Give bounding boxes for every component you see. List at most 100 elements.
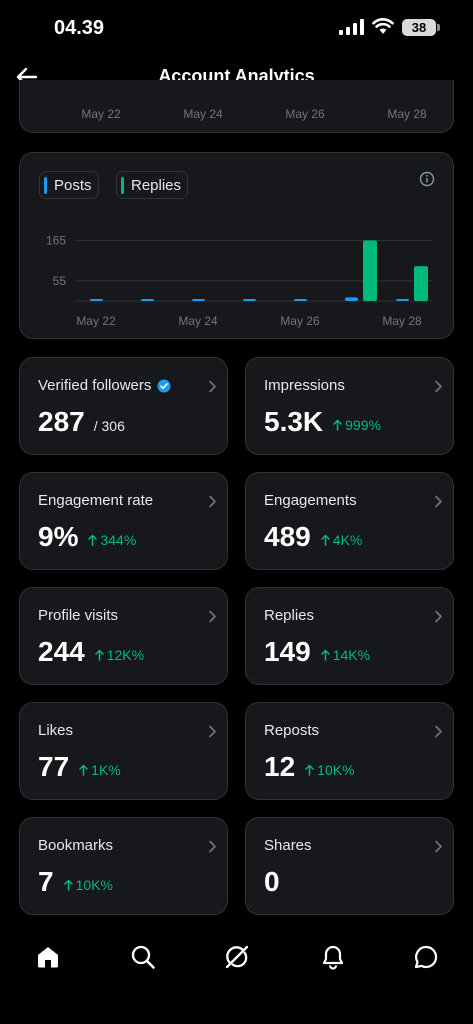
metric-change: 12K%: [94, 647, 145, 663]
metric-card-engagement-rate[interactable]: Engagement rate 9% 344%: [19, 472, 228, 570]
chevron-right-icon: [209, 840, 216, 853]
notifications-icon[interactable]: [320, 944, 346, 970]
metric-label: Engagements: [264, 492, 357, 509]
status-time: 04.39: [54, 17, 105, 39]
metric-value: 5.3K: [264, 406, 324, 437]
x-axis-label: May 26: [285, 107, 325, 121]
metric-label-text: Bookmarks: [38, 837, 114, 854]
metric-card-impressions[interactable]: Impressions 5.3K 999%: [245, 357, 454, 455]
metric-row: 9% 344%: [38, 521, 136, 553]
metric-value: 77: [38, 751, 70, 782]
metric-card-bookmarks[interactable]: Bookmarks 7 10K%: [19, 817, 228, 915]
metric-value: 7: [38, 866, 54, 897]
metric-label: Profile visits: [38, 607, 118, 624]
metric-value: 287: [38, 406, 85, 437]
battery-indicator: 38: [402, 19, 436, 36]
search-icon[interactable]: [130, 944, 156, 970]
metric-row: 244 12K%: [38, 636, 144, 668]
bar-posts: [345, 297, 358, 301]
metric-label-text: Reposts: [264, 722, 320, 739]
metric-change-value: 999%: [345, 417, 381, 433]
metric-label-text: Impressions: [264, 377, 345, 394]
chevron-right-icon: [435, 495, 442, 508]
metric-value: 149: [264, 636, 311, 667]
metric-total: / 306: [93, 418, 125, 434]
chevron-right-icon: [435, 725, 442, 738]
bar-posts: [90, 299, 103, 301]
metric-label: Verified followers: [38, 377, 171, 394]
arrow-up-icon: [320, 649, 330, 661]
chevron-right-icon: [209, 610, 216, 623]
metric-change: 14K%: [320, 647, 371, 663]
metric-label-text: Replies: [264, 607, 315, 624]
metric-label: Bookmarks: [38, 837, 113, 854]
arrow-up-icon: [63, 879, 73, 891]
metric-label: Engagement rate: [38, 492, 153, 509]
metric-label: Reposts: [264, 722, 319, 739]
metric-row: 149 14K%: [264, 636, 370, 668]
metric-label: Shares: [264, 837, 312, 854]
metric-label: Impressions: [264, 377, 345, 394]
status-bar: 04.39 38: [0, 0, 473, 56]
x-axis-label: May 24: [183, 107, 223, 121]
metric-change-value: 344%: [100, 532, 137, 548]
x-axis-label: May 22: [81, 107, 121, 121]
metric-change: 4K%: [320, 532, 363, 548]
metric-label-text: Shares: [264, 837, 312, 854]
metric-card-shares[interactable]: Shares 0: [245, 817, 454, 915]
bar-posts: [294, 299, 307, 301]
bar-posts: [243, 299, 256, 301]
x-tick-label: May 26: [280, 314, 320, 328]
metric-change: 344%: [88, 532, 136, 548]
metric-row: 287 / 306: [38, 406, 125, 438]
metric-label: Replies: [264, 607, 314, 624]
metric-change-value: 1K%: [91, 762, 121, 778]
metric-value: 244: [38, 636, 85, 667]
chevron-right-icon: [435, 380, 442, 393]
metric-card-engagements[interactable]: Engagements 489 4K%: [245, 472, 454, 570]
signal-icon: [339, 19, 364, 35]
bar-chart: 165 55 May 22 May 24 May 26 May 28: [46, 233, 433, 328]
metric-card-verified-followers[interactable]: Verified followers 287 / 306: [19, 357, 228, 455]
metric-card-replies[interactable]: Replies 149 14K%: [245, 587, 454, 685]
metric-change: 1K%: [79, 762, 121, 778]
metric-card-likes[interactable]: Likes 77 1K%: [19, 702, 228, 800]
previous-chart-card: May 22 May 24 May 26 May 28: [19, 80, 454, 133]
home-icon[interactable]: [35, 944, 61, 970]
chevron-right-icon: [435, 840, 442, 853]
metric-change: 10K%: [305, 762, 355, 778]
arrow-up-icon: [320, 534, 330, 546]
metric-row: 0: [264, 866, 280, 898]
metric-row: 7 10K%: [38, 866, 113, 898]
verified-badge-icon: [157, 379, 171, 392]
bar-replies: [414, 266, 428, 301]
metric-label: Likes: [38, 722, 73, 739]
arrow-up-icon: [88, 534, 98, 546]
metric-change-value: 14K%: [332, 647, 371, 663]
posts-replies-chart-card: Posts Replies 165 55 May 22 May 24 May 26 May…: [19, 152, 454, 339]
metric-change-value: 4K%: [332, 532, 363, 548]
metric-row: 489 4K%: [264, 521, 362, 553]
chevron-right-icon: [209, 495, 216, 508]
metric-row: 12 10K%: [264, 751, 355, 783]
metric-label-text: Engagement rate: [38, 492, 154, 509]
bar-replies: [363, 240, 377, 301]
chevron-right-icon: [209, 725, 216, 738]
metric-change: 10K%: [63, 877, 113, 893]
battery-nub: [437, 24, 440, 31]
metric-value: 12: [264, 751, 296, 782]
metric-value: 9%: [38, 521, 79, 552]
arrow-up-icon: [305, 764, 314, 776]
x-tick-label: May 24: [178, 314, 218, 328]
chevron-right-icon: [435, 610, 442, 623]
metric-card-profile-visits[interactable]: Profile visits 244 12K%: [19, 587, 228, 685]
messages-icon[interactable]: [413, 944, 439, 970]
metric-value: 0: [264, 866, 280, 897]
bar-posts: [192, 299, 205, 301]
grok-icon[interactable]: [224, 944, 250, 970]
arrow-up-icon: [333, 419, 342, 431]
metric-change-value: 12K%: [106, 647, 145, 663]
metric-value: 489: [264, 521, 311, 552]
x-tick-label: May 22: [76, 314, 116, 328]
metric-card-reposts[interactable]: Reposts 12 10K%: [245, 702, 454, 800]
